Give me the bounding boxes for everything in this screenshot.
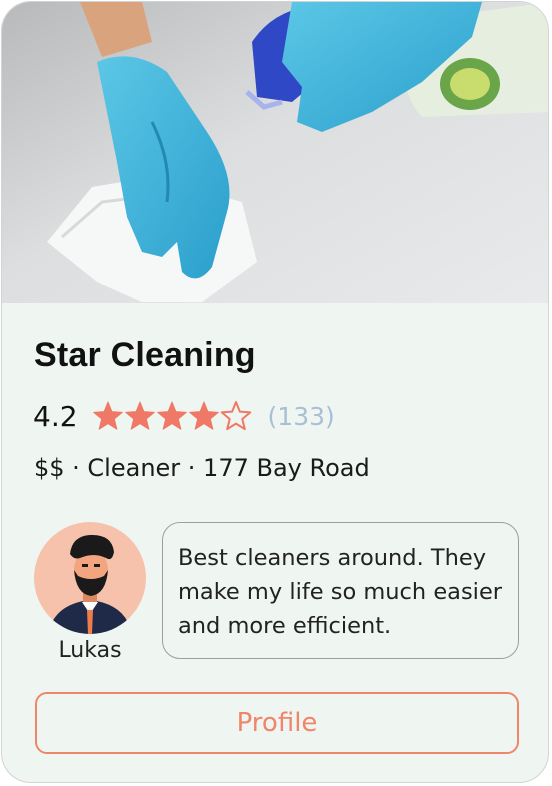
star-empty-icon: [220, 401, 251, 431]
reviewer-avatar[interactable]: [34, 522, 146, 634]
person-avatar-icon: [48, 534, 132, 634]
business-meta: $$ · Cleaner · 177 Bay Road: [34, 454, 370, 482]
reviewer-name: Lukas: [58, 638, 122, 663]
profile-button[interactable]: Profile: [35, 692, 519, 754]
star-filled-icon: [188, 401, 219, 430]
star-filled-icon: [92, 401, 123, 430]
rating-value: 4.2: [33, 399, 78, 433]
review-count[interactable]: (133): [268, 402, 335, 431]
star-rating: [92, 400, 252, 432]
star-filled-icon: [156, 401, 187, 430]
rating-row: 4.2 (133): [33, 396, 335, 436]
star-filled-icon: [124, 401, 155, 430]
business-card: Star Cleaning 4.2 (133) $$ · Cleaner · 1…: [1, 1, 549, 783]
review-bubble: Best cleaners around. They make my life …: [162, 522, 519, 659]
cleaning-photo: [2, 2, 548, 303]
business-name: Star Cleaning: [34, 336, 256, 374]
hero-image: [2, 2, 548, 303]
